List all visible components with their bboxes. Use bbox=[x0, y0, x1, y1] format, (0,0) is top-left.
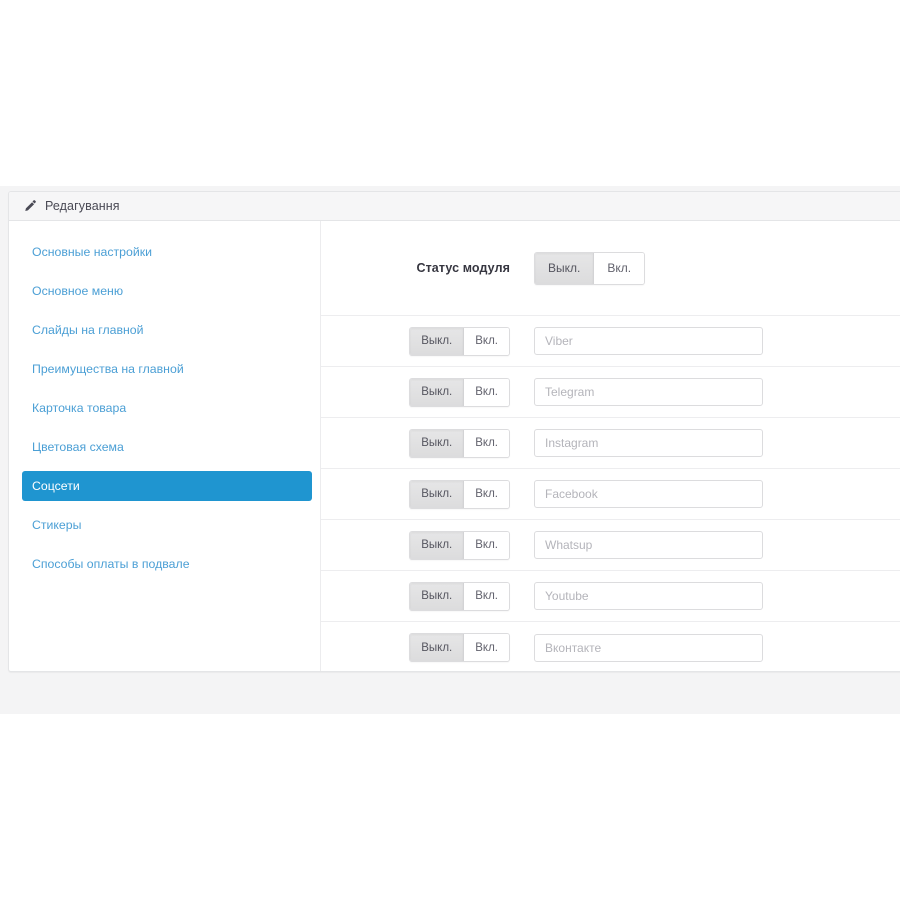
input-cell bbox=[534, 429, 900, 457]
telegram-toggle[interactable]: Выкл. Вкл. bbox=[409, 378, 510, 407]
toggle-cell: Выкл. Вкл. bbox=[324, 378, 534, 407]
settings-sidebar: Основные настройки Основное меню Слайды … bbox=[9, 221, 321, 671]
sidebar-item-slaydy-na-glavnoy[interactable]: Слайды на главной bbox=[22, 315, 312, 345]
social-row-facebook: Выкл. Вкл. bbox=[321, 469, 900, 520]
input-cell bbox=[534, 531, 900, 559]
toggle-cell: Выкл. Вкл. bbox=[324, 582, 534, 611]
facebook-input[interactable] bbox=[534, 480, 763, 508]
viber-toggle-off[interactable]: Выкл. bbox=[410, 328, 464, 355]
card-title: Редагування bbox=[45, 199, 120, 213]
vkontakte-toggle-on[interactable]: Вкл. bbox=[464, 634, 509, 661]
facebook-toggle[interactable]: Выкл. Вкл. bbox=[409, 480, 510, 509]
card-header: Редагування bbox=[9, 192, 900, 221]
toggle-cell: Выкл. Вкл. bbox=[324, 429, 534, 458]
telegram-toggle-on[interactable]: Вкл. bbox=[464, 379, 509, 406]
sidebar-item-osnovnye-nastroyki[interactable]: Основные настройки bbox=[22, 237, 312, 267]
module-status-toggle-off[interactable]: Выкл. bbox=[535, 253, 594, 284]
facebook-toggle-on[interactable]: Вкл. bbox=[464, 481, 509, 508]
whatsup-input[interactable] bbox=[534, 531, 763, 559]
sidebar-item-stikery[interactable]: Стикеры bbox=[22, 510, 312, 540]
youtube-toggle-off[interactable]: Выкл. bbox=[410, 583, 464, 610]
telegram-input[interactable] bbox=[534, 378, 763, 406]
module-status-toggle[interactable]: Выкл. Вкл. bbox=[534, 252, 645, 285]
whatsup-toggle[interactable]: Выкл. Вкл. bbox=[409, 531, 510, 560]
facebook-toggle-off[interactable]: Выкл. bbox=[410, 481, 464, 508]
whatsup-toggle-on[interactable]: Вкл. bbox=[464, 532, 509, 559]
settings-content: Статус модуля Выкл. Вкл. Выкл. Вкл. bbox=[321, 221, 900, 671]
sidebar-item-socseti[interactable]: Соцсети bbox=[22, 471, 312, 501]
input-cell bbox=[534, 327, 900, 355]
vkontakte-toggle[interactable]: Выкл. Вкл. bbox=[409, 633, 510, 662]
screenshot-root: Редагування Основные настройки Основное … bbox=[0, 0, 900, 900]
youtube-input[interactable] bbox=[534, 582, 763, 610]
edit-panel-card: Редагування Основные настройки Основное … bbox=[8, 191, 900, 672]
sidebar-item-kartochka-tovara[interactable]: Карточка товара bbox=[22, 393, 312, 423]
viber-toggle-on[interactable]: Вкл. bbox=[464, 328, 509, 355]
viber-toggle[interactable]: Выкл. Вкл. bbox=[409, 327, 510, 356]
youtube-toggle[interactable]: Выкл. Вкл. bbox=[409, 582, 510, 611]
viber-input[interactable] bbox=[534, 327, 763, 355]
input-cell bbox=[534, 634, 900, 662]
toggle-cell: Выкл. Вкл. bbox=[324, 480, 534, 509]
toggle-cell: Выкл. Вкл. bbox=[324, 633, 534, 662]
sidebar-item-sposoby-oplaty[interactable]: Способы оплаты в подвале bbox=[22, 549, 312, 579]
instagram-toggle-on[interactable]: Вкл. bbox=[464, 430, 509, 457]
social-row-viber: Выкл. Вкл. bbox=[321, 316, 900, 367]
sidebar-item-osnovnoe-menyu[interactable]: Основное меню bbox=[22, 276, 312, 306]
social-row-vkontakte: Выкл. Вкл. bbox=[321, 622, 900, 672]
toggle-cell: Выкл. Вкл. bbox=[324, 531, 534, 560]
toggle-cell: Выкл. Вкл. bbox=[324, 327, 534, 356]
sidebar-item-cvetovaya-shema[interactable]: Цветовая схема bbox=[22, 432, 312, 462]
social-row-instagram: Выкл. Вкл. bbox=[321, 418, 900, 469]
module-status-row: Статус модуля Выкл. Вкл. bbox=[321, 221, 900, 316]
youtube-toggle-on[interactable]: Вкл. bbox=[464, 583, 509, 610]
instagram-toggle-off[interactable]: Выкл. bbox=[410, 430, 464, 457]
module-status-label: Статус модуля bbox=[324, 261, 534, 275]
social-row-telegram: Выкл. Вкл. bbox=[321, 367, 900, 418]
input-cell bbox=[534, 480, 900, 508]
social-row-youtube: Выкл. Вкл. bbox=[321, 571, 900, 622]
whatsup-toggle-off[interactable]: Выкл. bbox=[410, 532, 464, 559]
vkontakte-input[interactable] bbox=[534, 634, 763, 662]
vkontakte-toggle-off[interactable]: Выкл. bbox=[410, 634, 464, 661]
social-row-whatsup: Выкл. Вкл. bbox=[321, 520, 900, 571]
instagram-toggle[interactable]: Выкл. Вкл. bbox=[409, 429, 510, 458]
module-status-toggle-on[interactable]: Вкл. bbox=[594, 253, 644, 284]
input-cell bbox=[534, 378, 900, 406]
card-body: Основные настройки Основное меню Слайды … bbox=[9, 221, 900, 671]
input-cell bbox=[534, 582, 900, 610]
sidebar-item-preimushchestva[interactable]: Преимущества на главной bbox=[22, 354, 312, 384]
pencil-icon bbox=[23, 199, 37, 213]
instagram-input[interactable] bbox=[534, 429, 763, 457]
telegram-toggle-off[interactable]: Выкл. bbox=[410, 379, 464, 406]
